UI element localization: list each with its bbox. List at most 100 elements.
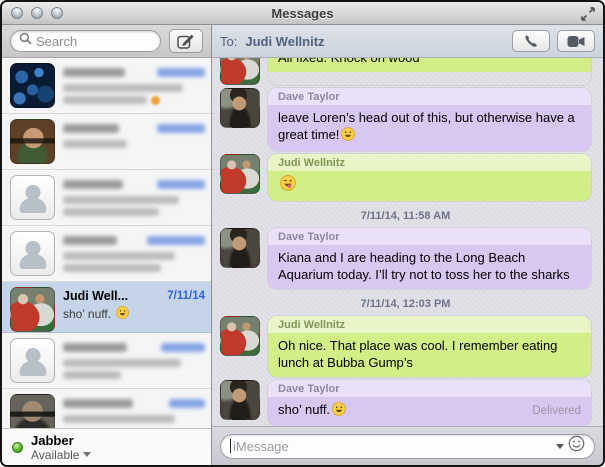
timestamp: 7/11/14, 11:58 AM xyxy=(360,210,451,222)
message-bubble-green: Judi Wellnitz Oh nice. That place was co… xyxy=(268,316,591,377)
contact-avatar xyxy=(10,394,55,428)
redacted-preview xyxy=(63,84,183,92)
contact-avatar xyxy=(10,287,55,332)
redacted-contact-name xyxy=(63,235,117,245)
sidebar-toolbar: Search xyxy=(2,25,211,58)
redacted-date xyxy=(157,67,205,77)
redacted-contact-name xyxy=(63,179,123,189)
message-bubble-green: Judi Wellnitz xyxy=(268,154,591,201)
conversation-row-1[interactable] xyxy=(2,58,211,114)
message: Dave Taylor leave Loren’s head out of th… xyxy=(220,88,591,151)
online-status-icon xyxy=(12,441,23,453)
dave-avatar xyxy=(220,380,260,420)
contact-avatar-placeholder xyxy=(10,338,55,383)
redacted-preview xyxy=(63,371,121,379)
conversation-row-3[interactable] xyxy=(2,170,211,226)
redacted-date xyxy=(157,123,205,133)
availability-label: Available xyxy=(31,447,80,462)
chevron-down-icon xyxy=(83,452,92,457)
conversation-row-judi[interactable]: Judi Well... 7/11/14 sho’ nuff. xyxy=(2,282,211,333)
title-bar[interactable]: Messages xyxy=(2,2,603,25)
availability-menu[interactable]: Available xyxy=(31,447,92,462)
redacted-preview xyxy=(63,252,175,260)
grinning-face-emoji-icon xyxy=(332,402,346,420)
message-thread[interactable]: All fixed. Knock on wood Dave Taylor lea… xyxy=(212,58,603,426)
video-camera-icon xyxy=(567,35,584,47)
recipient-name: Judi Wellnitz xyxy=(245,33,325,49)
message-bubble-purple: Dave Taylor Kiana and I are heading to t… xyxy=(268,228,591,289)
conversation-preview: sho’ nuff. xyxy=(63,307,112,321)
smiley-emoji-picker-icon[interactable] xyxy=(568,435,585,457)
audio-call-button[interactable] xyxy=(512,30,550,52)
message-text: leave Loren’s head out of this, but othe… xyxy=(278,110,575,142)
sender-name: Dave Taylor xyxy=(268,228,591,245)
contact-avatar-placeholder xyxy=(10,175,55,220)
redacted-preview xyxy=(63,196,179,204)
redacted-contact-name xyxy=(63,67,125,77)
search-icon xyxy=(19,32,32,50)
message-text: sho’ nuff. xyxy=(278,402,331,417)
to-label: To: xyxy=(220,33,238,49)
redacted-contact-name xyxy=(63,342,127,352)
composer-bar: iMessage xyxy=(212,426,603,465)
judi-avatar xyxy=(220,154,260,194)
message-text: All fixed. Knock on wood xyxy=(278,58,420,66)
redacted-preview xyxy=(63,208,159,216)
message: Dave Taylor sho’ nuff. Delivered xyxy=(220,380,591,426)
message-input[interactable]: iMessage xyxy=(220,433,595,459)
conversation-header: To: Judi Wellnitz xyxy=(212,25,603,58)
search-placeholder: Search xyxy=(36,33,78,49)
dave-avatar xyxy=(220,88,260,128)
message-bubble-purple: Dave Taylor sho’ nuff. Delivered xyxy=(268,380,591,426)
fullscreen-icon[interactable] xyxy=(580,6,596,22)
redacted-date xyxy=(161,342,205,352)
conversation-row-4[interactable] xyxy=(2,226,211,282)
sender-name: Judi Wellnitz xyxy=(268,316,591,333)
redacted-preview xyxy=(63,140,127,148)
search-input[interactable]: Search xyxy=(10,30,161,52)
conversation-row-2[interactable] xyxy=(2,114,211,170)
grinning-face-emoji-icon xyxy=(116,306,129,322)
redacted-preview xyxy=(63,96,147,104)
video-call-button[interactable] xyxy=(557,30,595,52)
judi-avatar xyxy=(220,316,260,356)
contact-avatar xyxy=(10,119,55,164)
message: Judi Wellnitz Oh nice. That place was co… xyxy=(220,316,591,377)
grinning-face-emoji-icon xyxy=(341,127,356,145)
redacted-preview xyxy=(63,359,181,367)
text-caret xyxy=(230,439,231,453)
redacted-contact-name xyxy=(63,123,119,133)
message-text: Oh nice. That place was cool. I remember… xyxy=(278,338,558,370)
chevron-down-icon[interactable] xyxy=(556,443,564,449)
conversation-row-7[interactable] xyxy=(2,389,211,428)
compose-icon xyxy=(177,34,194,49)
redacted-date xyxy=(169,398,205,408)
redacted-preview xyxy=(63,264,161,272)
message-bubble-purple: Dave Taylor leave Loren’s head out of th… xyxy=(268,88,591,151)
winking-tongue-emoji-icon xyxy=(280,175,296,195)
contact-avatar xyxy=(10,63,55,108)
message: Judi Wellnitz xyxy=(220,154,591,201)
emoji-icon xyxy=(151,95,160,105)
window-title: Messages xyxy=(271,5,334,21)
redacted-preview xyxy=(63,415,175,423)
message-bubble-green: All fixed. Knock on wood xyxy=(268,58,591,85)
redacted-contact-name xyxy=(63,398,133,408)
message-text: Kiana and I are heading to the Long Beac… xyxy=(278,250,570,282)
contact-name: Judi Well... xyxy=(63,289,129,303)
dave-avatar xyxy=(220,228,260,268)
status-footer: Jabber Available xyxy=(2,428,211,465)
conversation-list: Judi Well... 7/11/14 sho’ nuff. xyxy=(2,58,211,428)
phone-icon xyxy=(525,35,538,47)
timestamp: 7/11/14, 12:03 PM xyxy=(360,298,451,310)
contact-avatar-placeholder xyxy=(10,231,55,276)
sender-name: Dave Taylor xyxy=(268,380,591,397)
messages-window: Messages Search Judi Well... 7/11/14 sho… xyxy=(0,0,605,467)
sidebar: Search Judi Well... 7/11/14 sho’ nuff. J… xyxy=(2,25,212,465)
conversation-row-6[interactable] xyxy=(2,333,211,389)
compose-button[interactable] xyxy=(169,29,203,53)
redacted-date xyxy=(157,179,205,189)
imessage-placeholder: iMessage xyxy=(233,438,289,454)
judi-avatar xyxy=(220,58,260,85)
message: All fixed. Knock on wood xyxy=(220,58,591,85)
